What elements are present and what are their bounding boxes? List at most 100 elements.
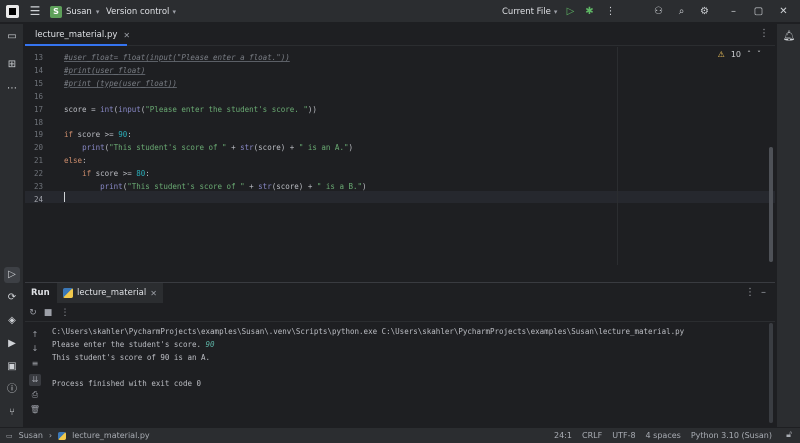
soft-wrap-icon[interactable]: ≡ [29,358,41,370]
chevron-down-icon: ▾ [95,7,100,16]
code-token: "This student's score of " [127,182,245,191]
add-user-icon[interactable]: ⚇ [651,4,666,19]
project-name: Susan [66,6,92,17]
line-number: 14 [33,65,43,75]
run-options-icon[interactable]: ⋮ [745,287,755,298]
code-token: " is an A." [298,143,349,153]
right-margin-guide [617,47,618,265]
code-token: score >= [91,169,137,179]
close-tab-icon[interactable]: ✕ [123,31,130,40]
run-icon[interactable]: ▷ [563,4,578,19]
line-number-gutter: 13 14 15 16 17 18 19 20 21 22 23 24 [25,47,63,265]
clear-console-icon[interactable]: 🗑︎ [29,404,41,416]
terminal-icon[interactable]: ▣ [4,359,20,375]
code-line: score = int(input("Please enter the stud… [64,105,317,114]
project-selector[interactable]: S Susan ▾ [50,4,99,19]
code-token: if [82,169,92,179]
more-tools-icon[interactable]: ⋯ [4,81,20,97]
code-token: input [118,104,141,114]
code-token: print [82,143,105,153]
python-interpreter[interactable]: Python 3.10 (Susan) [691,431,772,440]
active-tab-indicator [25,44,127,46]
project-badge: S [50,5,62,18]
maximize-icon[interactable]: ▢ [751,4,766,19]
search-icon[interactable]: ⌕ [674,4,689,19]
code-line: #print(user_float) [64,66,145,75]
folder-icon: ▭ [6,431,13,440]
console-line: This student's score of 90 is an A. [52,353,211,362]
run-tab[interactable]: lecture_material ✕ [57,283,163,303]
code-token: " is a B." [316,182,363,191]
structure-icon[interactable]: ⊞ [4,57,20,73]
indent-setting[interactable]: 4 spaces [646,431,681,440]
breadcrumb: ▭ Susan › lecture_material.py [6,431,150,440]
layers-icon[interactable]: ◈ [4,313,20,329]
line-number: 18 [33,117,43,127]
right-tool-strip: 🔔︎ [776,24,800,427]
close-icon[interactable]: ✕ [776,4,791,19]
code-token: score = [64,104,101,114]
run-tool-icon[interactable]: ▷ [4,267,20,283]
line-number: 17 [33,104,43,114]
more-actions-icon[interactable]: ⋮ [603,4,618,19]
debug-icon[interactable]: ✱ [582,4,597,19]
warning-icon: ⚠ [717,50,725,59]
code-token: score >= [73,130,119,140]
file-encoding[interactable]: UTF-8 [612,431,635,440]
rerun-icon[interactable]: ↻ [27,307,39,319]
settings-icon[interactable]: ⚙ [697,4,712,19]
code-token: 80 [136,169,146,179]
breadcrumb-file[interactable]: lecture_material.py [72,431,150,440]
version-control-menu[interactable]: Version control ▾ [106,4,176,19]
code-line: if score >= 80: [64,169,150,178]
console-line: Please enter the student's score. 90 [52,340,215,349]
minimize-icon[interactable]: – [726,4,741,19]
left-tool-strip: ▭ ⊞ ⋯ ▷ ⟳ ◈ ▶ ▣ ⓘ ⑂ [0,24,24,427]
services-icon[interactable]: ▶ [4,336,20,352]
code-token: : [145,169,150,179]
stop-icon[interactable]: ■ [42,307,54,319]
title-bar: ☰ S Susan ▾ Version control ▾ Current Fi… [0,0,800,23]
project-folder-icon[interactable]: ▭ [4,29,20,45]
chevron-down-icon[interactable]: ˇ [757,50,761,59]
code-token: )) [307,104,317,114]
more-run-actions-icon[interactable]: ⋮ [59,307,71,319]
scroll-up-icon[interactable]: ↑ [29,329,41,341]
line-number: 19 [33,130,43,140]
chevron-up-icon[interactable]: ˆ [747,50,751,59]
console-prompt: Please enter the student's score. [52,340,206,349]
lock-icon[interactable]: 🔓︎ [786,430,792,440]
python-packages-icon[interactable]: ⟳ [4,290,20,306]
line-separator[interactable]: CRLF [582,431,602,440]
code-line: #user_float= float(input("Please enter a… [64,53,290,62]
problems-icon[interactable]: ⓘ [4,382,20,398]
breadcrumb-project[interactable]: Susan [19,431,43,440]
code-token: ) [348,143,353,153]
tab-options-icon[interactable]: ⋮ [759,28,769,39]
scroll-down-icon[interactable]: ↓ [29,343,41,355]
run-tool-window: Run lecture_material ✕ ⋮ – ↻ ■ ⋮ ↑ ↓ ≡ ⇊… [25,282,775,427]
code-token: (score) + [253,143,299,153]
editor-scrollbar[interactable] [769,147,773,262]
editor-tab[interactable]: lecture_material.py ✕ [25,24,130,46]
main-menu-icon[interactable]: ☰ [28,4,42,18]
code-token: str [258,182,272,191]
console-line: C:\Users\skahler\PycharmProjects\example… [52,327,685,336]
inspection-widget[interactable]: ⚠ 10 ˆ ˇ [718,50,761,59]
run-configuration-selector[interactable]: Current File ▾ [502,4,557,19]
code-token: #print (type(user_float)) [64,78,177,88]
line-number: 15 [33,78,43,88]
close-run-tab-icon[interactable]: ✕ [150,289,157,298]
notifications-icon[interactable]: 🔔︎ [781,29,797,45]
console-line: Process finished with exit code 0 [52,379,202,388]
code-token: (score) + [271,182,317,191]
code-editor[interactable]: 13 14 15 16 17 18 19 20 21 22 23 24 #user_float= fl… [25,47,775,265]
code-token: + [226,143,241,153]
git-icon[interactable]: ⑂ [4,405,20,421]
hide-panel-icon[interactable]: – [761,287,766,298]
print-icon[interactable]: ⎙ [29,389,41,401]
caret-position[interactable]: 24:1 [554,431,572,440]
console-scrollbar[interactable] [769,323,773,423]
code-line: else: [64,156,87,165]
scroll-to-end-icon[interactable]: ⇊ [29,374,41,386]
